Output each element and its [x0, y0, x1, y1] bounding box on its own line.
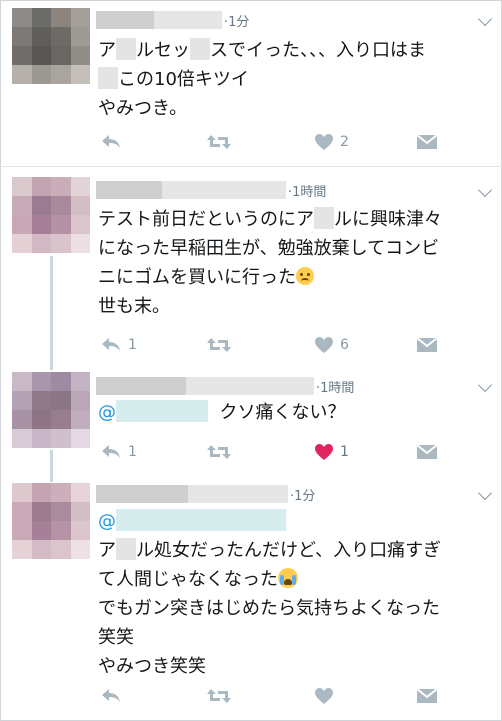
timestamp[interactable]: ·1分 — [224, 11, 249, 30]
reply-button[interactable]: 1 — [100, 442, 137, 462]
tweet-text: テスト前日だというのにア ルに興味津々 になった早稲田生が、勉強放棄してコンビ ニ… — [98, 207, 442, 317]
tweet-text: @ アル処女だったんだけど、入り口痛すぎ て人間じゃなくなった でもガン突きはじ… — [98, 509, 442, 677]
retweet-button[interactable] — [206, 335, 238, 355]
direct-message-button[interactable] — [416, 442, 438, 462]
author-name[interactable]: ·1分 — [96, 484, 315, 504]
direct-message-button[interactable] — [416, 132, 438, 152]
direct-message-icon — [416, 444, 438, 459]
author-name[interactable]: ·1時間 — [96, 376, 354, 396]
reply-button[interactable]: 1 — [100, 335, 137, 355]
timestamp[interactable]: ·1時間 — [288, 181, 326, 200]
direct-message-icon — [416, 134, 438, 149]
retweet-icon — [207, 689, 231, 703]
retweet-icon — [207, 445, 231, 459]
heart-icon — [315, 688, 333, 704]
tweet-actions: 1 1 — [98, 442, 458, 462]
reply-icon — [102, 689, 120, 702]
tweet[interactable]: ·1時間 @ クソ痛くない？ 1 1 — [0, 368, 502, 476]
tweet[interactable]: ·1分 @ アル処女だったんだけど、入り口痛すぎ て人間じゃなくなった でもガン… — [0, 477, 502, 721]
timestamp[interactable]: ·1分 — [290, 485, 315, 504]
reply-icon — [102, 135, 120, 148]
retweet-icon — [207, 338, 231, 352]
mention[interactable]: @ — [98, 511, 116, 532]
tweet[interactable]: ·1分 アルセッ スでイった、、、入り口はま この10倍キツイ やみつき。 2 — [0, 0, 502, 166]
tweet[interactable]: ·1時間 テスト前日だというのにア ルに興味津々 になった早稲田生が、勉強放棄して… — [0, 167, 502, 367]
avatar[interactable] — [12, 177, 90, 253]
avatar[interactable] — [12, 8, 90, 84]
timestamp[interactable]: ·1時間 — [316, 377, 354, 396]
chevron-down-icon[interactable] — [477, 182, 493, 198]
retweet-button[interactable] — [206, 132, 238, 152]
tweet-text: アルセッ スでイった、、、入り口はま この10倍キツイ やみつき。 — [98, 38, 426, 119]
direct-message-icon — [416, 688, 438, 703]
heart-icon — [315, 444, 333, 460]
tweet-actions — [98, 686, 458, 706]
heart-icon — [315, 134, 333, 150]
heart-icon — [315, 337, 333, 353]
direct-message-icon — [416, 337, 438, 352]
like-button[interactable]: 2 — [314, 132, 349, 152]
tweet-actions: 1 6 — [98, 335, 458, 355]
chevron-down-icon[interactable] — [477, 11, 493, 27]
retweet-button[interactable] — [206, 686, 238, 706]
avatar[interactable] — [12, 483, 90, 559]
direct-message-button[interactable] — [416, 335, 438, 355]
reply-button[interactable] — [100, 132, 128, 152]
author-name[interactable]: ·1分 — [96, 10, 249, 30]
mention[interactable]: @ — [98, 402, 116, 423]
tweet-actions: 2 — [98, 132, 458, 152]
avatar[interactable] — [12, 372, 90, 448]
retweet-icon — [207, 135, 231, 149]
like-button[interactable] — [314, 686, 340, 706]
like-button[interactable]: 1 — [314, 442, 349, 462]
chevron-down-icon[interactable] — [477, 377, 493, 393]
chevron-down-icon[interactable] — [477, 485, 493, 501]
reply-icon — [102, 445, 120, 458]
direct-message-button[interactable] — [416, 686, 438, 706]
retweet-button[interactable] — [206, 442, 238, 462]
author-name[interactable]: ·1時間 — [96, 180, 326, 200]
crying-face-emoji — [278, 568, 298, 588]
sad-face-emoji — [296, 267, 314, 285]
reply-button[interactable] — [100, 686, 128, 706]
like-button[interactable]: 6 — [314, 335, 349, 355]
tweet-text: @ クソ痛くない？ — [98, 400, 346, 423]
reply-icon — [102, 338, 120, 351]
